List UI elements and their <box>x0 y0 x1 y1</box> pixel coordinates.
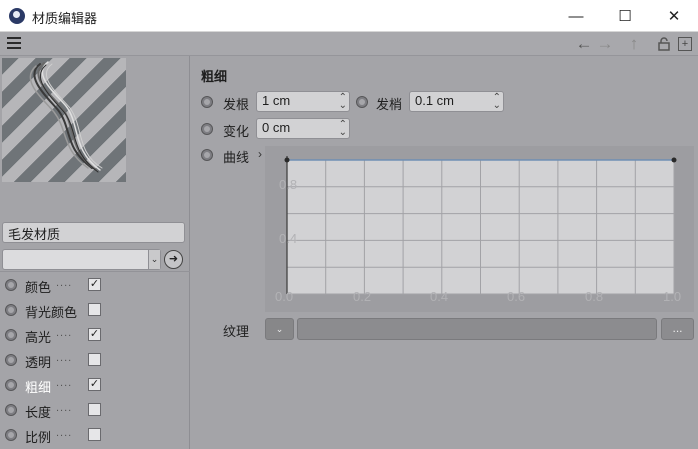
root-field[interactable]: 1 cm ⌃ ⌄ <box>256 91 350 112</box>
y-tick-label: 0.4 <box>279 231 298 246</box>
channel-dots: .... <box>56 327 73 339</box>
expand-arrow-icon[interactable]: › <box>258 147 262 161</box>
channel-panel: 毛发材质 ⌄ ➜ 颜色 .... ✓ 背光颜色 高光 .... ✓ 透明 ...… <box>0 56 190 449</box>
channel-row-length[interactable]: 长度 .... <box>0 399 190 421</box>
channel-label: 透明 <box>25 355 52 370</box>
channel-label: 颜色 <box>25 280 52 295</box>
title-bar: 材质编辑器 — ☐ ✕ <box>0 0 698 32</box>
channel-row-scale[interactable]: 比例 .... <box>0 424 190 446</box>
arrow-left-icon[interactable]: ← <box>574 34 594 54</box>
preset-select[interactable]: ⌄ <box>2 249 161 270</box>
channel-row-backlight[interactable]: 背光颜色 <box>0 299 190 321</box>
maximize-button[interactable]: ☐ <box>602 0 648 32</box>
variation-field[interactable]: 0 cm ⌃ ⌄ <box>256 118 350 139</box>
animate-radio-icon[interactable] <box>356 96 368 108</box>
curve-label: 曲线 <box>223 150 250 165</box>
window-title: 材质编辑器 <box>32 11 98 26</box>
channel-checkbox[interactable]: ✓ <box>88 378 101 391</box>
toolbar: ← → ↑ + <box>0 32 698 56</box>
spline-knot[interactable] <box>671 157 677 163</box>
channel-label: 长度 <box>25 405 52 420</box>
variation-label: 变化 <box>223 124 250 139</box>
tip-value: 0.1 cm <box>415 93 455 108</box>
menu-icon[interactable] <box>7 37 21 49</box>
y-tick-label: 0.8 <box>279 177 298 192</box>
channel-dots: .... <box>56 377 73 389</box>
texture-label: 纹理 <box>223 324 250 339</box>
arrow-right-icon[interactable]: → <box>595 34 615 54</box>
animate-radio-icon[interactable] <box>5 429 17 441</box>
channel-checkbox[interactable]: ✓ <box>88 278 101 291</box>
animate-radio-icon[interactable] <box>5 404 17 416</box>
spline-knot[interactable] <box>284 157 290 163</box>
channel-checkbox[interactable] <box>88 303 101 316</box>
channel-dots: .... <box>56 427 73 439</box>
pick-icon[interactable]: ➜ <box>164 250 183 269</box>
texture-dropdown[interactable]: ⌄ <box>265 318 294 340</box>
channel-label: 粗细 <box>25 380 52 395</box>
cinema4d-icon <box>9 8 25 24</box>
close-button[interactable]: ✕ <box>651 0 697 32</box>
channel-label: 背光颜色 <box>25 305 78 320</box>
x-tick-label: 0.0 <box>275 289 294 304</box>
channel-checkbox[interactable] <box>88 428 101 441</box>
hair-preview-icon <box>29 61 103 173</box>
root-label: 发根 <box>223 97 250 112</box>
channel-row-color[interactable]: 颜色 .... ✓ <box>0 274 190 296</box>
arrow-up-icon[interactable]: ↑ <box>624 34 644 54</box>
animate-radio-icon[interactable] <box>5 354 17 366</box>
section-title: 粗细 <box>201 69 228 84</box>
spline-graph[interactable]: 0.8 0.4 0.0 0.2 0.4 0.6 0.8 1.0 <box>265 146 694 312</box>
animate-radio-icon[interactable] <box>5 379 17 391</box>
animate-radio-icon[interactable] <box>5 329 17 341</box>
spline-graph-svg[interactable] <box>265 146 694 312</box>
channel-dots: .... <box>56 402 73 414</box>
tip-label: 发梢 <box>376 97 403 112</box>
x-tick-label: 0.6 <box>507 289 526 304</box>
animate-radio-icon[interactable] <box>5 304 17 316</box>
x-tick-label: 0.4 <box>430 289 449 304</box>
variation-value: 0 cm <box>262 120 291 135</box>
animate-radio-icon[interactable] <box>201 123 213 135</box>
tip-field[interactable]: 0.1 cm ⌃ ⌄ <box>409 91 504 112</box>
channel-dots: .... <box>56 277 73 289</box>
x-tick-label: 0.8 <box>585 289 604 304</box>
channel-checkbox[interactable]: ✓ <box>88 328 101 341</box>
animate-radio-icon[interactable] <box>201 149 213 161</box>
divider <box>0 271 190 272</box>
x-tick-label: 1.0 <box>663 289 682 304</box>
lock-icon[interactable] <box>656 34 672 54</box>
stepper-icon[interactable]: ⌃ ⌄ <box>339 93 347 111</box>
texture-browse-button[interactable]: ... <box>661 318 694 340</box>
material-name-field[interactable]: 毛发材质 <box>2 222 185 243</box>
stepper-icon[interactable]: ⌃ ⌄ <box>339 120 347 138</box>
channel-row-transparency[interactable]: 透明 .... <box>0 349 190 371</box>
channel-label: 高光 <box>25 330 52 345</box>
chevron-down-icon[interactable]: ⌄ <box>148 250 160 269</box>
texture-field[interactable] <box>297 318 657 340</box>
animate-radio-icon[interactable] <box>201 96 213 108</box>
animate-radio-icon[interactable] <box>5 279 17 291</box>
channel-row-specular[interactable]: 高光 .... ✓ <box>0 324 190 346</box>
material-preview[interactable] <box>2 58 126 182</box>
minimize-button[interactable]: — <box>553 0 599 32</box>
new-window-icon[interactable]: + <box>678 37 692 51</box>
channel-dots: .... <box>56 352 73 364</box>
channel-checkbox[interactable] <box>88 353 101 366</box>
x-tick-label: 0.2 <box>353 289 372 304</box>
channel-label: 比例 <box>25 430 52 445</box>
stepper-icon[interactable]: ⌃ ⌄ <box>493 93 501 111</box>
channel-row-thickness[interactable]: 粗细 .... ✓ <box>0 374 190 396</box>
channel-checkbox[interactable] <box>88 403 101 416</box>
root-value: 1 cm <box>262 93 291 108</box>
